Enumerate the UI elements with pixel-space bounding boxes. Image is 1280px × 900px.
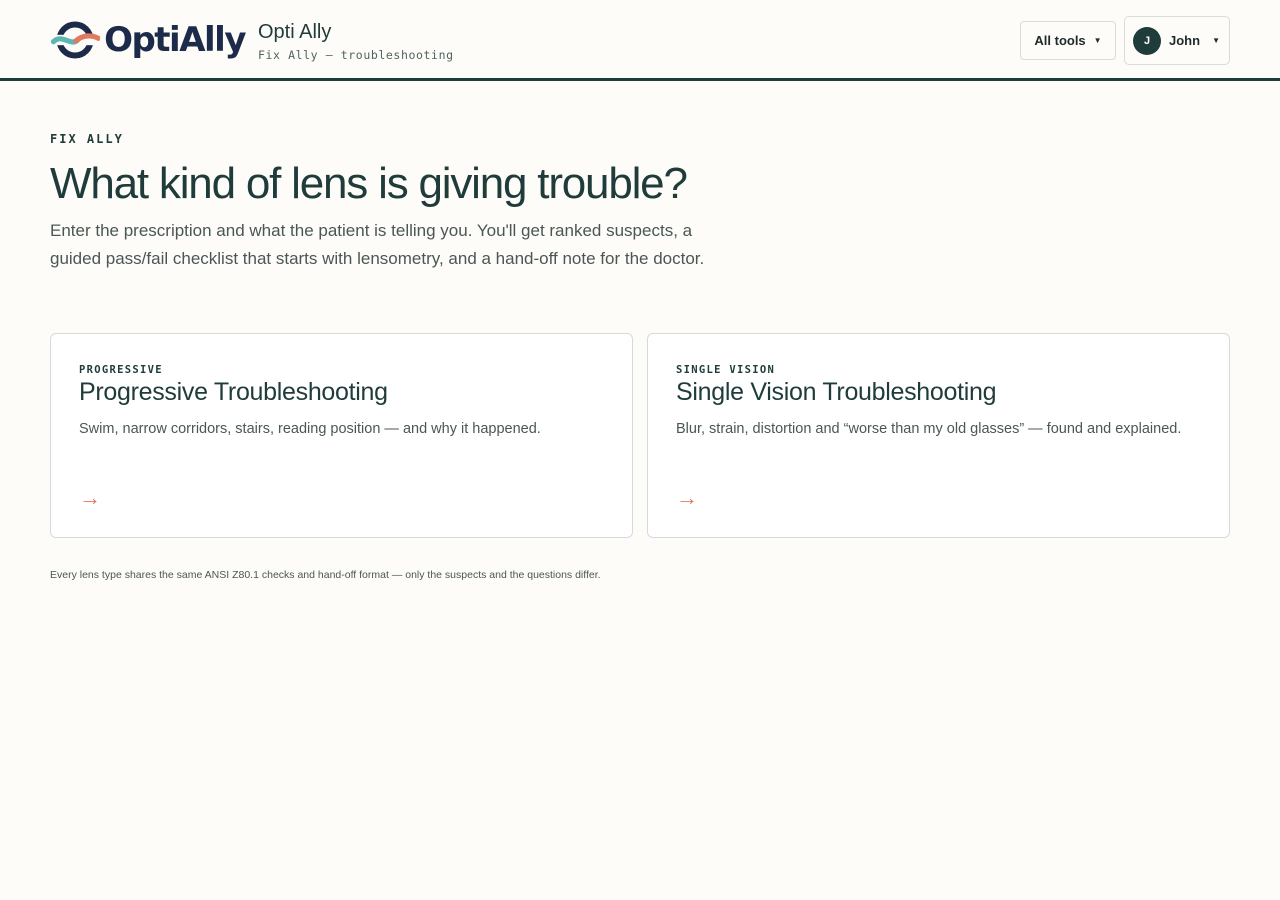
card-tag: PROGRESSIVE [79,364,163,376]
chevron-down-icon: ▼ [1212,36,1220,45]
card-title: Progressive Troubleshooting [79,378,388,406]
page-title: What kind of lens is giving trouble? [50,159,688,208]
footnote: Every lens type shares the same ANSI Z80… [50,569,601,581]
arrow-right-icon[interactable]: → [79,483,101,513]
avatar: J [1133,26,1161,55]
card-tag: SINGLE VISION [676,364,776,376]
page-description: Enter the prescription and what the pati… [50,221,705,268]
logo-mark-icon [50,21,101,59]
user-name: John [1169,33,1201,48]
app-title: Opti Ally [258,21,332,43]
card-description: Blur, strain, distortion and “worse than… [676,421,1182,437]
arrow-right-icon[interactable]: → [676,483,698,513]
chevron-down-icon: ▼ [1093,36,1102,45]
optially-logo[interactable]: OptiAlly [50,17,246,63]
card-description: Swim, narrow corridors, stairs, reading … [79,421,541,437]
top-header: OptiAlly Opti Ally Fix Ally — troublesho… [0,0,1280,81]
single-vision-troubleshooting-card[interactable]: SINGLE VISION Single Vision Troubleshoot… [647,333,1230,538]
user-menu-button[interactable]: J John ▼ [1124,16,1230,65]
all-tools-button[interactable]: All tools ▼ [1020,21,1116,60]
all-tools-label: All tools [1034,33,1086,48]
app-subtitle: Fix Ally — troubleshooting [258,48,454,62]
card-title: Single Vision Troubleshooting [676,378,997,406]
progressive-troubleshooting-card[interactable]: PROGRESSIVE Progressive Troubleshooting … [50,333,633,538]
logo-wordmark: OptiAlly [104,20,246,60]
section-eyebrow: FIX ALLY [50,132,124,146]
